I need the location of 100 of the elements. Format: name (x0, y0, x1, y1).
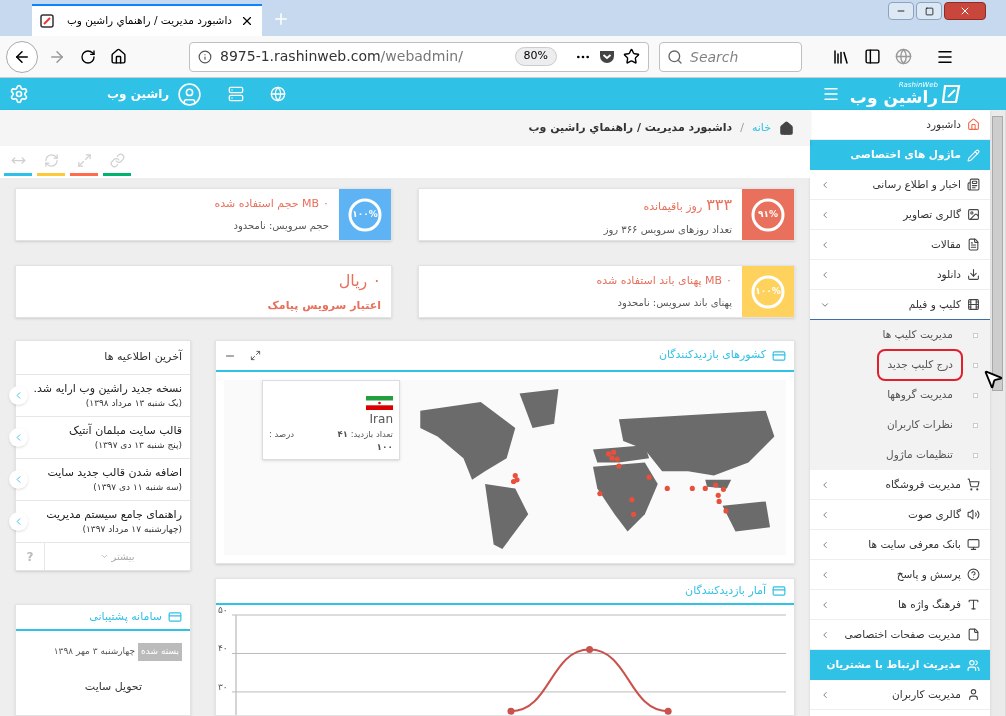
stat-subtitle: حجم سرویس: نامحدود (232, 218, 329, 233)
browser-tab[interactable]: داشبورد مدیریت / راهنماي راشين وب (32, 4, 262, 36)
expand-icon (76, 153, 92, 168)
notice-title[interactable]: قالب سایت مبلمان آنتیک (69, 422, 182, 439)
monitor-icon (967, 538, 980, 551)
close-icon[interactable] (240, 14, 254, 28)
film-icon (967, 298, 980, 311)
sidebar-item[interactable]: مدیریت کاربران (810, 680, 990, 710)
notice-title[interactable]: راهنمای جامع سیستم مدیریت (46, 506, 182, 523)
stat-subtitle: اعتبار سرویس پیامک (266, 297, 381, 314)
sidebar-item[interactable]: مدیریت فروشگاه (810, 470, 990, 500)
axis-label: ۵۰ (218, 605, 228, 615)
panel-title: آمار بازدیدکنندگان (685, 582, 766, 599)
sidebar-item[interactable]: بانک معرفی سایت ها (810, 530, 990, 560)
notice-title[interactable]: نسخه جدید راشین وب ارایه شد. (33, 380, 182, 397)
bullet-icon (973, 452, 978, 458)
help-icon (967, 568, 980, 581)
search-icon (667, 48, 683, 65)
ticket-date: چهارشنبه ۳ مهر ۱۳۹۸ (53, 645, 136, 658)
chevron-left-icon (820, 479, 830, 490)
stat-value: ۰ (323, 196, 329, 213)
users-icon (967, 658, 980, 672)
chevron-down-icon (100, 552, 110, 561)
speaker-icon (967, 508, 980, 521)
sidebar-item[interactable]: پرسش و پاسخ (810, 560, 990, 590)
gauge-label: ۱۰۰% (352, 207, 378, 221)
visits-text: تعداد بازدید: ۴۱ (337, 428, 393, 441)
scrollbar[interactable] (990, 110, 1006, 716)
home-icon[interactable] (779, 120, 794, 136)
sidebar-icon[interactable] (864, 48, 881, 65)
data-point (586, 646, 594, 654)
tab-title: داشبورد مدیریت / راهنماي راشين وب (65, 13, 232, 29)
sidebar-item[interactable]: اخبار و اطلاع رسانی (810, 170, 990, 200)
stat-value: ۳۳۳ (706, 193, 732, 216)
axis-label: ۴۰ (218, 643, 228, 654)
percent-label: درصد : (269, 428, 295, 441)
zoom-badge[interactable]: 80% (514, 47, 557, 66)
maximize-icon (924, 6, 934, 16)
sidebar-item[interactable]: فرهنگ واژه ها (810, 590, 990, 620)
url-text: 8975-1.rashinweb.com/webadmin/ (220, 47, 463, 66)
logo-icon (942, 84, 962, 104)
expand-icon[interactable] (250, 350, 261, 361)
breadcrumb-separator: / (740, 119, 744, 136)
close-window-button[interactable] (944, 2, 986, 20)
stat-title: روز باقیمانده (643, 198, 703, 215)
submenu-item[interactable]: مدیریت کلیپ ها (872, 319, 963, 351)
ticket-subject[interactable]: تحویل سایت (24, 678, 182, 695)
home-icon[interactable] (110, 48, 127, 65)
gauge-label: ۹۱% (758, 207, 778, 221)
panel-title: آخرین اطلاعیه ها (104, 349, 182, 366)
submenu-item[interactable]: نظرات کاربران (876, 409, 963, 441)
data-point (664, 707, 672, 715)
minimize-button[interactable] (888, 2, 914, 20)
chevron-left-icon (820, 509, 830, 520)
server-icon[interactable] (228, 86, 245, 102)
notice-date: (چهارشنبه ۱۷ مرداد ۱۳۹۷) (82, 523, 182, 536)
chevron-left-icon (820, 539, 830, 550)
chevron-left-icon (820, 689, 830, 700)
back-button[interactable] (6, 40, 38, 73)
star-icon[interactable] (623, 48, 640, 65)
sidebar-item[interactable]: گالری تصاویر (810, 200, 990, 230)
pocket-icon[interactable] (599, 49, 615, 64)
cursor-icon (982, 368, 1004, 390)
address-bar[interactable]: 8975-1.rashinweb.com/webadmin/ 80% (189, 41, 649, 72)
country-name: Iran (369, 411, 393, 428)
logo-text: راشین وب (849, 89, 938, 106)
notice-date: (یک شنبه ۱۳ مرداد ۱۳۹۸) (85, 397, 182, 410)
text-icon (967, 598, 980, 611)
maximize-button[interactable] (916, 2, 942, 20)
info-icon[interactable] (198, 49, 212, 64)
percent-value: ۱۰۰ (376, 440, 393, 454)
sidebar-item[interactable]: مقالات (810, 230, 990, 260)
flag-icon (366, 396, 393, 410)
panel-icon (168, 610, 182, 624)
library-icon[interactable] (832, 47, 850, 66)
sidebar-item[interactable]: دانلود (810, 260, 990, 290)
ticket-status: بسته شده (138, 643, 182, 661)
reload-icon[interactable] (80, 48, 96, 65)
bullet-icon (973, 422, 978, 428)
submenu-item[interactable]: مدیریت گروهها (877, 379, 963, 411)
notice-title[interactable]: اضافه شدن قالب جدید سایت (47, 464, 182, 481)
stat-value: ۰ ریال (338, 269, 381, 293)
gauge-label: ۱۰۰% (755, 284, 781, 298)
newspaper-icon (967, 178, 980, 191)
chevron-left-icon (820, 599, 830, 610)
settings-icon[interactable] (9, 84, 29, 104)
breadcrumb-item: داشبورد مدیریت / راهنماي راشين وب (528, 119, 733, 136)
pencil-icon (967, 148, 980, 162)
bullet-icon (973, 332, 978, 338)
panel-icon (772, 584, 786, 598)
avatar-icon[interactable] (177, 81, 203, 107)
stat-title: MB حجم استفاده شده (214, 196, 320, 213)
submenu-item[interactable]: تنظیمات ماژول (876, 439, 963, 471)
panel-title: کشورهای بازدیدکنندگان (658, 347, 766, 364)
search-field[interactable]: Search (659, 41, 802, 72)
sidebar-item[interactable]: گالری صوت (810, 500, 990, 530)
stat-value: ۰ (726, 273, 732, 290)
submenu-item[interactable]: درج کلیپ جدید (877, 349, 963, 381)
stat-subtitle: پهنای باند سرویس: نامحدود (616, 295, 732, 310)
globe-icon[interactable] (895, 48, 912, 65)
